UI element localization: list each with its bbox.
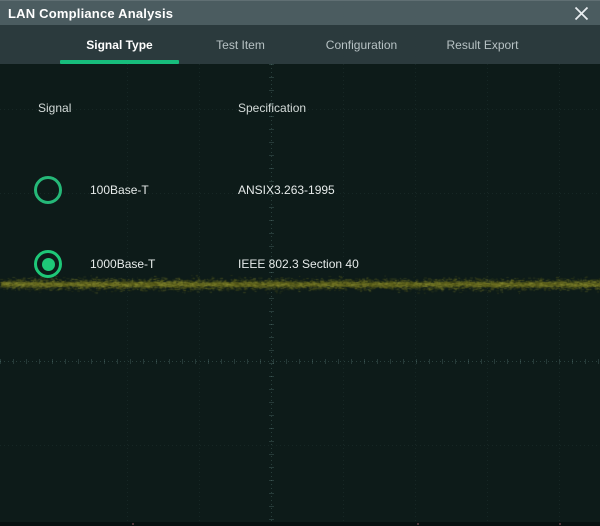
- radio-dot: [42, 258, 55, 271]
- tabs-row: Signal Type Test Item Configuration Resu…: [59, 25, 543, 64]
- signal-row-100base-t[interactable]: 100Base-T ANSIX3.263-1995: [0, 170, 600, 210]
- tab-signal-type[interactable]: Signal Type: [59, 25, 180, 64]
- signal-label: 100Base-T: [90, 183, 149, 197]
- signal-label: 1000Base-T: [90, 257, 155, 271]
- graticule-center-horizontal-ticks: [0, 359, 600, 364]
- tab-test-item[interactable]: Test Item: [180, 25, 301, 64]
- active-tab-underline: [60, 60, 179, 64]
- tab-label: Signal Type: [86, 38, 152, 52]
- tab-result-export[interactable]: Result Export: [422, 25, 543, 64]
- marker-speck: [417, 523, 419, 525]
- close-icon: [574, 6, 589, 21]
- specification-label: IEEE 802.3 Section 40: [238, 257, 359, 271]
- tab-label: Configuration: [326, 38, 397, 52]
- column-header-specification: Specification: [238, 101, 306, 115]
- specification-label: ANSIX3.263-1995: [238, 183, 335, 197]
- marker-speck: [559, 523, 561, 525]
- tab-label: Test Item: [216, 38, 265, 52]
- dialog-titlebar: LAN Compliance Analysis: [0, 0, 600, 25]
- bottom-screen-edge: [0, 522, 600, 526]
- tab-configuration[interactable]: Configuration: [301, 25, 422, 64]
- dialog-title: LAN Compliance Analysis: [8, 1, 173, 26]
- signal-row-1000base-t[interactable]: 1000Base-T IEEE 802.3 Section 40: [0, 244, 600, 284]
- radio-1000base-t-icon[interactable]: [34, 250, 62, 278]
- tab-label: Result Export: [446, 38, 518, 52]
- graticule-line-horizontal: [0, 445, 600, 446]
- radio-100base-t-icon[interactable]: [34, 176, 62, 204]
- tab-bar: Signal Type Test Item Configuration Resu…: [0, 25, 600, 64]
- column-header-signal: Signal: [38, 101, 71, 115]
- marker-speck: [132, 523, 134, 525]
- lan-compliance-dialog: LAN Compliance Analysis Signal Type Test…: [0, 0, 600, 526]
- close-button[interactable]: [564, 1, 598, 26]
